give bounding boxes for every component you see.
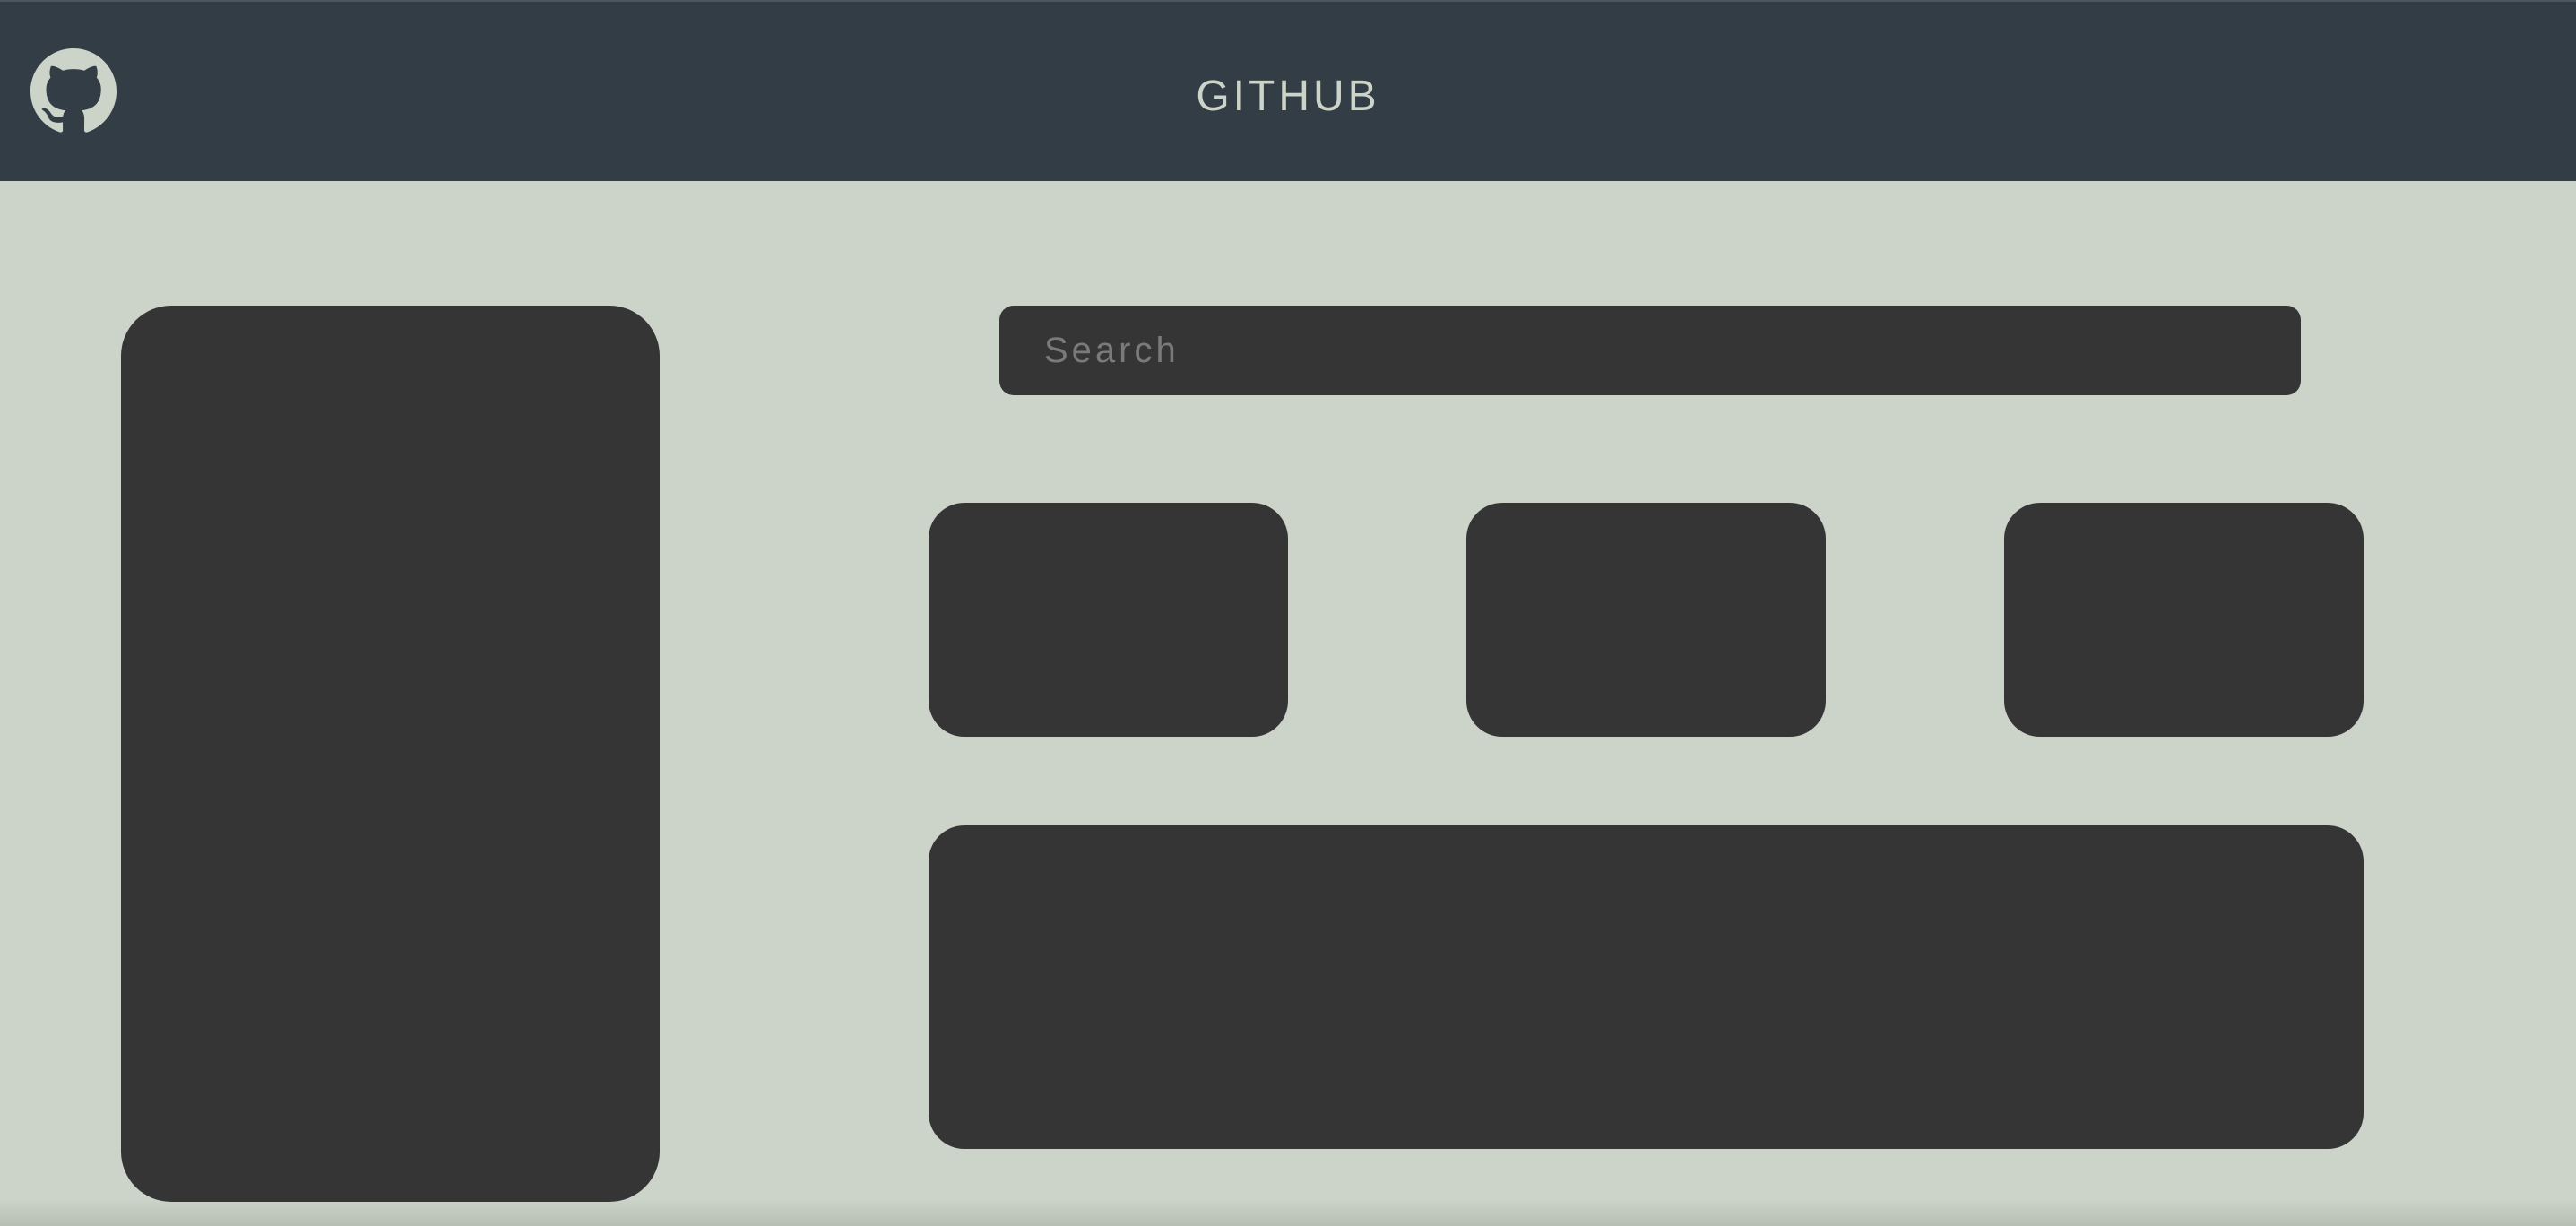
stat-card-3	[2004, 503, 2364, 737]
stat-card-2	[1466, 503, 1826, 737]
bottom-shade	[0, 1199, 2576, 1226]
main-content-panel	[929, 825, 2364, 1149]
app-header: GITHUB	[0, 0, 2576, 181]
profile-sidebar-panel	[121, 306, 660, 1202]
search-input[interactable]	[1044, 330, 2256, 371]
page-title: GITHUB	[1196, 73, 1380, 120]
search-bar[interactable]	[999, 306, 2301, 395]
stat-card-1	[929, 503, 1288, 737]
